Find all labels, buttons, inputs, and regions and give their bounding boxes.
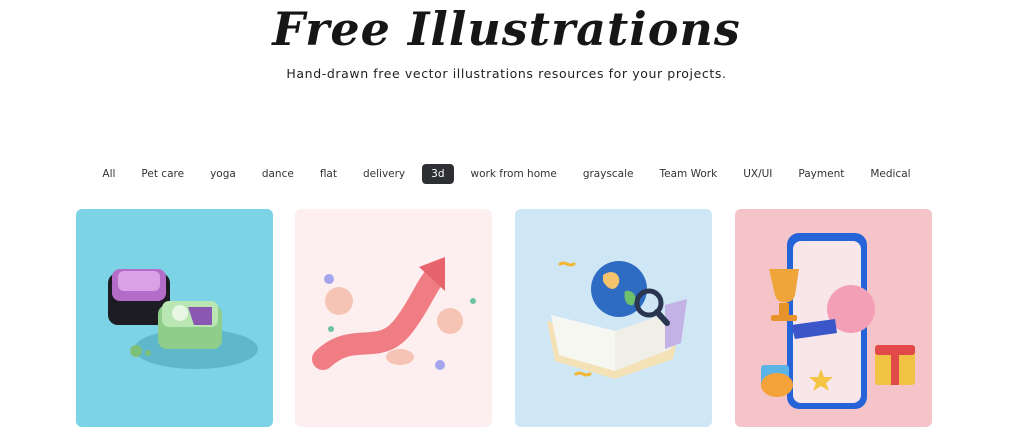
illustration-card[interactable] [295,209,492,427]
filter-dance[interactable]: dance [253,164,303,184]
filter-work-from-home[interactable]: work from home [462,164,566,184]
filter-delivery[interactable]: delivery [354,164,414,184]
3d-containers-illustration-icon [108,269,258,369]
page-title: Free Illustrations [272,2,741,56]
filter-medical[interactable]: Medical [861,164,919,184]
3d-phone-trophy-illustration-icon [761,233,915,409]
illustration-card[interactable] [76,209,273,427]
filter-flat[interactable]: flat [311,164,346,184]
illustration-card[interactable] [735,209,932,427]
filter-all[interactable]: All [93,164,124,184]
filter-team-work[interactable]: Team Work [651,164,727,184]
3d-globe-book-illustration-icon [547,261,687,379]
filter-ux-ui[interactable]: UX/UI [734,164,781,184]
filter-pet-care[interactable]: Pet care [132,164,193,184]
page-subtitle: Hand-drawn free vector illustrations res… [286,66,727,81]
filter-payment[interactable]: Payment [789,164,853,184]
3d-growth-arrow-illustration-icon [312,257,476,370]
filter-yoga[interactable]: yoga [201,164,245,184]
illustration-card[interactable] [515,209,712,427]
category-filter-bar: All Pet care yoga dance flat delivery 3d… [0,163,1013,185]
filter-3d[interactable]: 3d [422,164,454,184]
filter-grayscale[interactable]: grayscale [574,164,643,184]
